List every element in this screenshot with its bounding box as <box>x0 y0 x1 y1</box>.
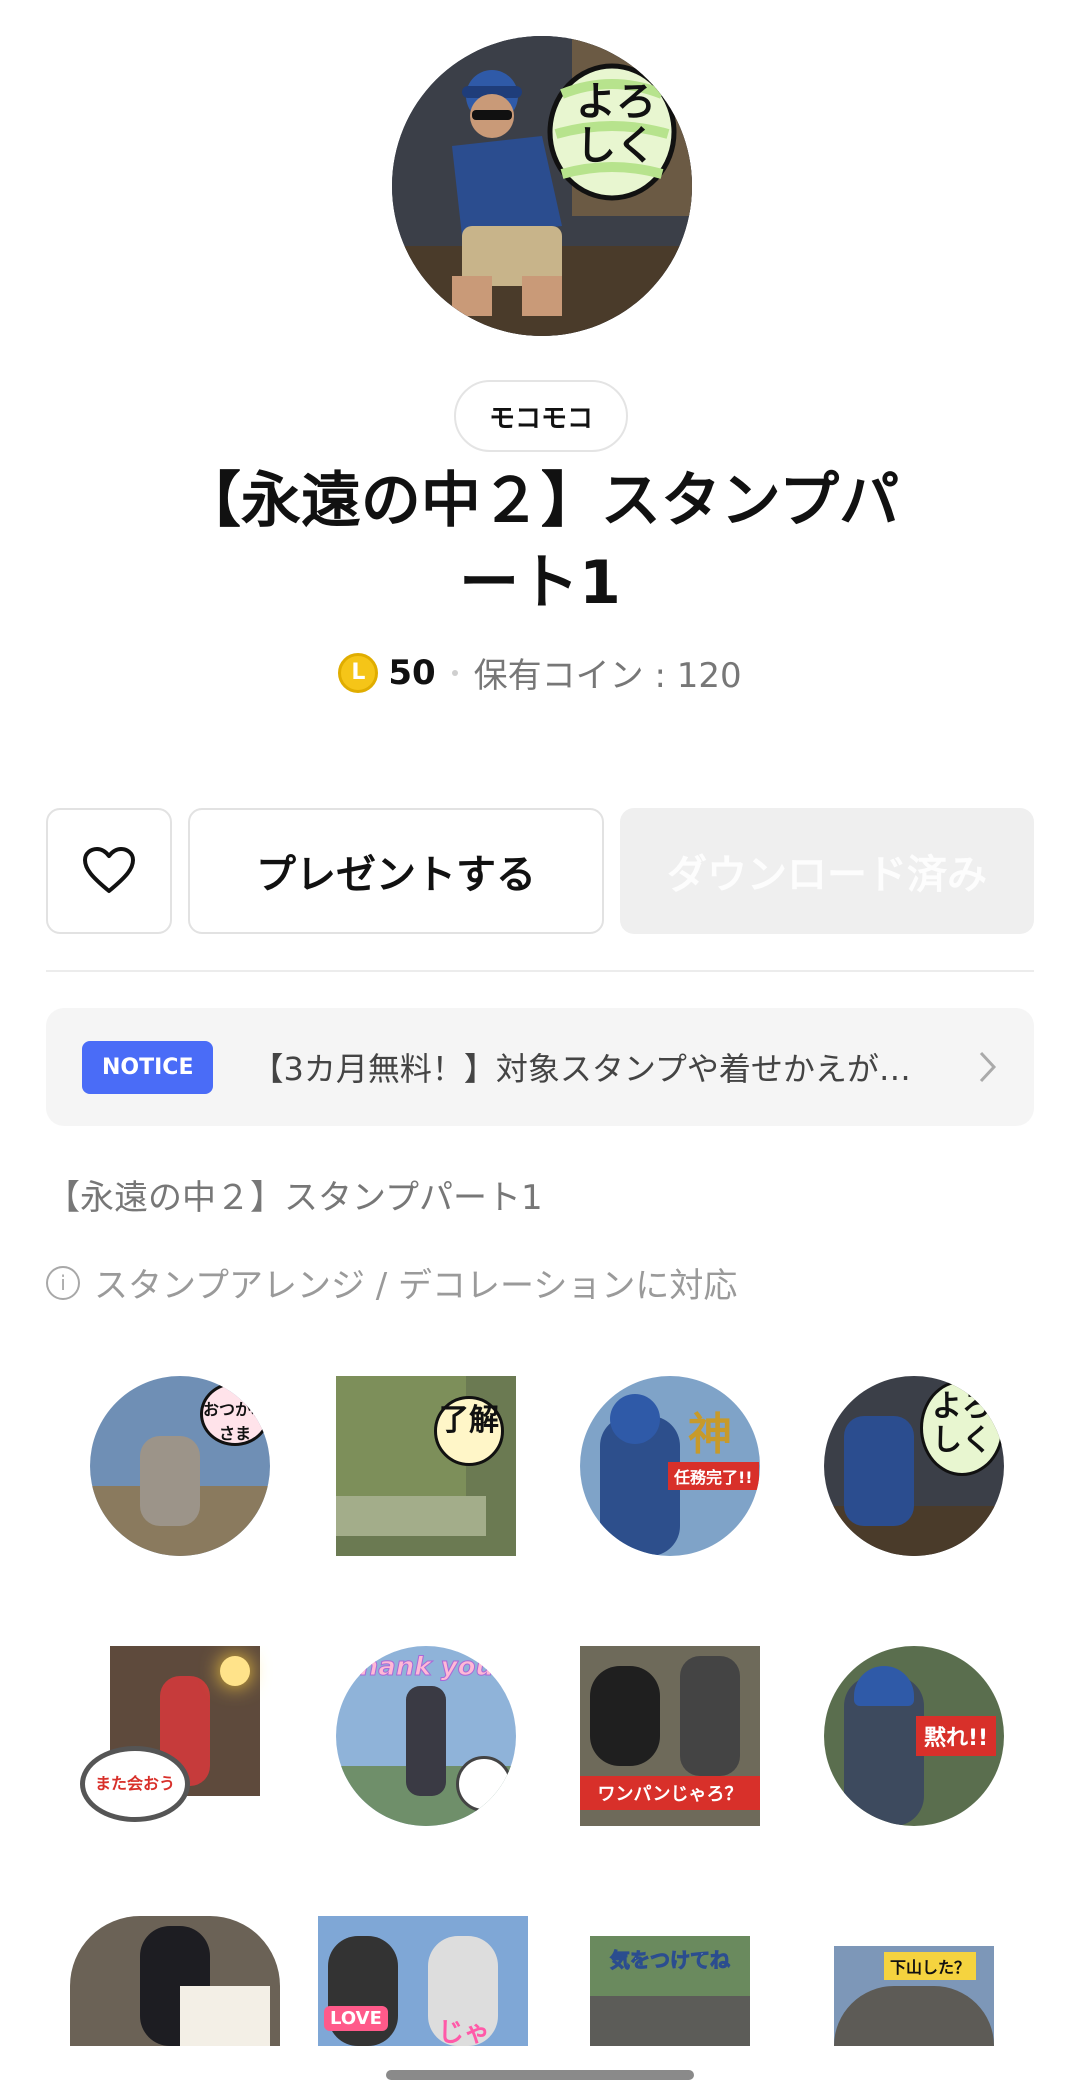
sticker-ryoukai[interactable]: 了解 <box>336 1376 516 1556</box>
sticker-mata-aou[interactable]: また会おう <box>80 1646 280 1826</box>
arrange-support-note: i スタンプアレンジ / デコレーションに対応 <box>46 1258 737 1307</box>
sticker-gezan-shita[interactable]: 下山した？ <box>834 1946 994 2046</box>
notice-text: 【3カ月無料！】対象スタンプや着せかえが… <box>251 1050 911 1088</box>
price-value: 50 <box>388 652 436 693</box>
main-sticker-image: よろ しく <box>392 36 692 336</box>
sticker-kami[interactable]: 神 任務完了!! <box>580 1376 760 1556</box>
creator-name-button[interactable]: モコモコ <box>454 380 628 452</box>
line-coin-icon: L <box>338 652 379 693</box>
sticker-masked[interactable] <box>70 1916 280 2046</box>
sticker-damare[interactable]: 黙れ!! <box>824 1646 1004 1826</box>
chevron-right-icon <box>979 1051 997 1083</box>
favorite-button[interactable] <box>46 808 172 934</box>
pack-title: 【永遠の中２】スタンプパ ート1 <box>180 466 900 618</box>
pack-name-label: 【永遠の中２】スタンプパート1 <box>46 1178 543 1218</box>
sticker-wanpan-jaro[interactable]: ワンパンじゃろ？ <box>580 1646 760 1826</box>
sticker-ki-wo-tsukete-ne[interactable]: 気をつけてね <box>590 1936 750 2046</box>
price-row: L 50 保有コイン : 120 <box>0 648 1080 697</box>
downloaded-button: ダウンロード済み <box>620 808 1034 934</box>
home-indicator <box>386 2070 694 2080</box>
owned-coins: 保有コイン : 120 <box>473 656 742 696</box>
arrange-support-text: スタンプアレンジ / デコレーションに対応 <box>94 1266 738 1306</box>
present-button[interactable]: プレゼントする <box>188 808 604 934</box>
sticker-yoroshiku[interactable]: よろしく <box>824 1376 1004 1556</box>
separator-dot <box>451 669 458 676</box>
main-sticker-caption: よろ しく <box>576 79 656 169</box>
info-icon: i <box>46 1265 80 1300</box>
notice-badge: NOTICE <box>82 1040 214 1094</box>
notice-banner[interactable]: NOTICE 【3カ月無料！】対象スタンプや着せかえが… <box>46 1008 1034 1126</box>
divider <box>46 970 1034 972</box>
sticker-thank-you[interactable]: Thank you <box>336 1646 516 1826</box>
sticker-love[interactable]: LOVE じゃ <box>318 1916 528 2046</box>
sticker-otsukaresama[interactable]: おつかれさま <box>90 1376 270 1556</box>
heart-icon <box>83 847 135 893</box>
